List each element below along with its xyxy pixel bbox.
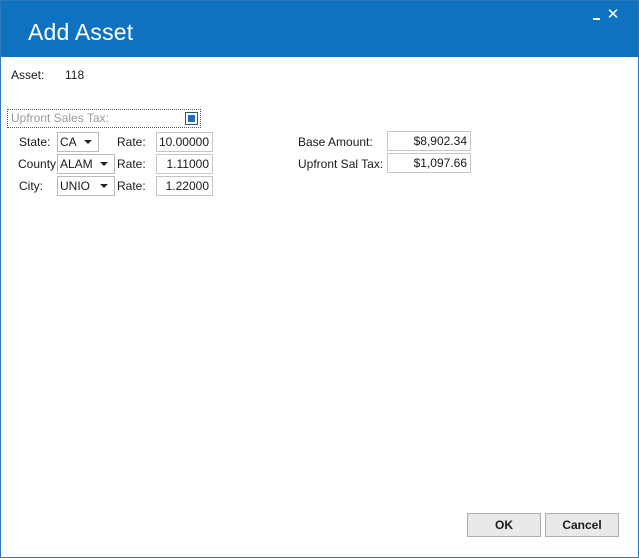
add-asset-dialog: Add Asset ✕ Asset: 118 Upfront Sales Tax… [0,0,639,558]
upfront-sal-tax-label: Upfront Sal Tax: [298,157,384,171]
city-select[interactable]: UNIO [57,176,115,196]
upfront-sales-tax-checkbox-row[interactable]: Upfront Sales Tax: [7,109,201,128]
close-button[interactable]: ✕ [605,7,621,23]
upfront-sales-tax-checkbox[interactable] [185,112,198,125]
minimize-icon [593,18,600,20]
county-label: County: [18,157,60,171]
cancel-button[interactable]: Cancel [545,513,619,537]
state-rate-label: Rate: [117,135,146,149]
city-select-value: UNIO [60,179,90,193]
title-bar: Add Asset ✕ [1,1,638,57]
chevron-down-icon [100,162,108,166]
county-rate-field[interactable]: 1.11000 [156,154,213,174]
asset-label: Asset: [11,68,45,82]
dialog-title: Add Asset [28,19,134,45]
base-amount-field[interactable]: $8,902.34 [387,131,471,151]
base-amount-value: $8,902.34 [413,134,467,148]
county-select-value: ALAM [60,157,93,171]
upfront-sales-tax-label: Upfront Sales Tax: [11,111,109,125]
asset-value: 118 [65,68,85,82]
base-amount-label: Base Amount: [298,135,373,149]
state-rate-field[interactable]: 10.00000 [156,132,213,152]
minimize-button[interactable] [589,7,605,23]
chevron-down-icon [100,184,108,188]
chevron-down-icon [84,140,92,144]
county-rate-label: Rate: [117,157,146,171]
city-rate-label: Rate: [117,179,146,193]
state-select-value: CA [60,135,77,149]
county-rate-value: 1.11000 [166,157,210,171]
city-label: City: [19,179,43,193]
city-rate-value: 1.22000 [165,179,209,193]
state-select[interactable]: CA [57,132,99,152]
county-select[interactable]: ALAM [57,154,115,174]
state-rate-value: 10.00000 [158,135,209,149]
state-label: State: [19,135,51,149]
city-rate-field[interactable]: 1.22000 [156,176,213,196]
upfront-sal-tax-value: $1,097.66 [413,156,467,170]
checkbox-checked-indicator [188,115,195,122]
ok-button[interactable]: OK [467,513,541,537]
upfront-sal-tax-field[interactable]: $1,097.66 [387,153,471,173]
